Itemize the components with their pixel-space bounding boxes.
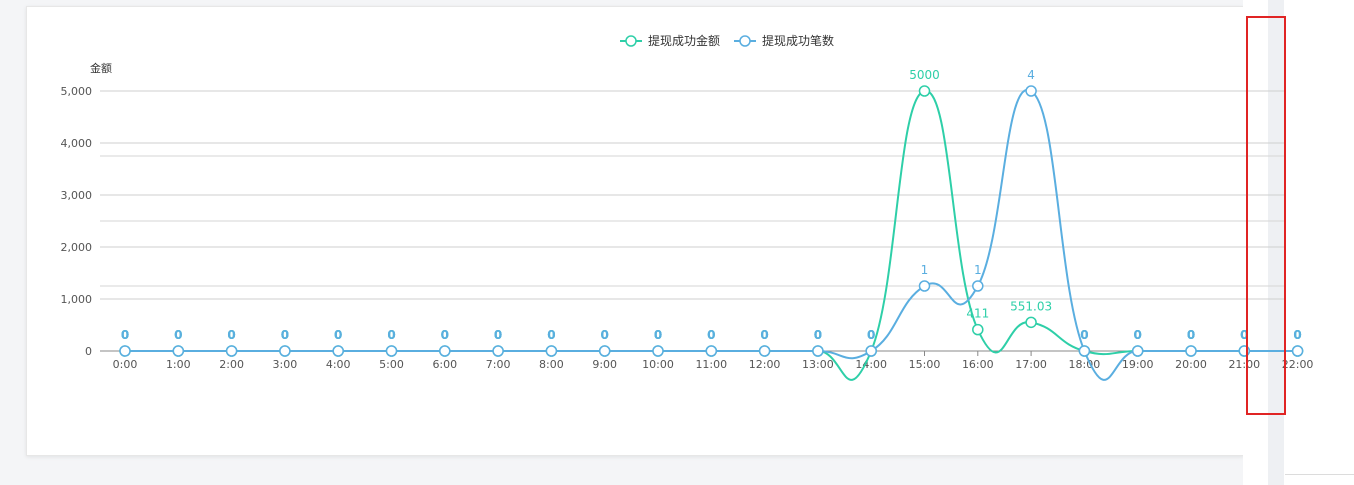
data-point[interactable] — [225, 345, 238, 357]
x-tick-label: 12:00 — [749, 358, 781, 371]
x-tick-label: 9:00 — [592, 358, 617, 371]
data-point[interactable] — [1078, 345, 1091, 357]
x-tick-label: 20:00 — [1175, 358, 1207, 371]
data-label: 0 — [654, 328, 662, 342]
x-tick-label: 1:00 — [166, 358, 191, 371]
data-label: 0 — [760, 328, 768, 342]
x-tick-label: 18:00 — [1069, 358, 1101, 371]
data-point[interactable] — [972, 280, 984, 292]
x-tick-label: 16:00 — [962, 358, 994, 371]
x-tick-label: 14:00 — [855, 358, 887, 371]
data-label: 0 — [334, 328, 342, 342]
data-label: 551.03 — [1010, 299, 1052, 313]
data-point[interactable] — [918, 280, 931, 292]
data-label: 0 — [867, 328, 875, 342]
data-label: 0 — [441, 328, 449, 342]
data-label: 0 — [547, 328, 555, 342]
legend[interactable]: 提现成功金额 提现成功笔数 — [620, 33, 834, 48]
data-point[interactable] — [1025, 85, 1037, 97]
data-point[interactable] — [918, 85, 931, 97]
x-tick-label: 3:00 — [273, 358, 298, 371]
data-point[interactable] — [1238, 345, 1251, 357]
y-tick-label: 5,000 — [61, 85, 93, 98]
legend-label[interactable]: 提现成功金额 — [648, 33, 720, 48]
x-tick-label: 6:00 — [432, 358, 457, 371]
x-tick-label: 15:00 — [909, 358, 941, 371]
data-point[interactable] — [705, 345, 718, 357]
x-tick-label: 0:00 — [113, 358, 138, 371]
data-label: 1 — [974, 263, 982, 277]
data-label: 0 — [281, 328, 289, 342]
y-tick-label: 0 — [85, 345, 92, 358]
legend-label[interactable]: 提现成功笔数 — [762, 33, 834, 48]
data-label: 0 — [814, 328, 822, 342]
data-point[interactable] — [385, 345, 398, 357]
y-tick-label: 4,000 — [61, 137, 93, 150]
line-chart: 0 1,000 2,000 3,000 4,000 5,000 金额 0:00 1:00 2:00… — [61, 33, 1314, 381]
data-labels: 0 0 0 0 0 0 0 0 0 0 0 0 0 0 05000411551.030 0 0 0 00 0 0 0 0 0 0… — [121, 68, 1302, 342]
x-tick-label: 4:00 — [326, 358, 351, 371]
data-label: 0 — [601, 328, 609, 342]
data-point[interactable] — [758, 345, 771, 357]
y-tick-label: 3,000 — [61, 189, 93, 202]
data-point[interactable] — [812, 345, 824, 357]
data-label: 0 — [1240, 328, 1248, 342]
x-tick-label: 19:00 — [1122, 358, 1154, 371]
data-point[interactable] — [1291, 345, 1304, 357]
data-point[interactable] — [865, 345, 877, 357]
x-tick-label: 17:00 — [1015, 358, 1047, 371]
y-tick-label: 1,000 — [61, 293, 93, 306]
data-point[interactable] — [492, 345, 504, 357]
x-tick-label: 8:00 — [539, 358, 564, 371]
data-point[interactable] — [279, 345, 291, 357]
data-label: 0 — [1134, 328, 1142, 342]
data-point[interactable] — [119, 345, 131, 357]
x-tick-label: 22:00 — [1282, 358, 1314, 371]
data-label: 0 — [121, 328, 129, 342]
data-label: 4 — [1027, 68, 1035, 82]
x-tick-label: 11:00 — [695, 358, 727, 371]
data-label: 0 — [1187, 328, 1195, 342]
data-label: 0 — [494, 328, 502, 342]
legend-marker[interactable] — [739, 35, 751, 47]
data-point[interactable] — [1025, 316, 1037, 329]
data-label: 0 — [707, 328, 715, 342]
data-label: 0 — [1293, 328, 1301, 342]
x-tick-label: 7:00 — [486, 358, 511, 371]
data-label: 411 — [966, 307, 989, 321]
x-tick-label: 21:00 — [1228, 358, 1260, 371]
data-label: 0 — [174, 328, 182, 342]
data-point[interactable] — [598, 345, 611, 357]
data-point[interactable] — [652, 345, 664, 357]
data-point[interactable] — [1131, 345, 1144, 357]
grid — [100, 90, 1285, 300]
data-point[interactable] — [1185, 345, 1197, 357]
data-point[interactable] — [545, 345, 558, 357]
x-tick-label: 5:00 — [379, 358, 404, 371]
data-label: 1 — [921, 263, 929, 277]
y-tick-label: 2,000 — [61, 241, 93, 254]
x-tick-label: 2:00 — [219, 358, 244, 371]
data-point[interactable] — [332, 345, 344, 357]
data-label: 0 — [1080, 328, 1088, 342]
legend-marker[interactable] — [625, 35, 637, 47]
x-tick-label: 10:00 — [642, 358, 674, 371]
axes: 0 1,000 2,000 3,000 4,000 5,000 金额 0:00 1:00 2:00… — [61, 61, 1314, 371]
data-label: 0 — [227, 328, 235, 342]
data-point[interactable] — [172, 345, 185, 357]
y-axis-label: 金额 — [90, 61, 112, 75]
data-point[interactable] — [439, 345, 451, 357]
page: 0 1,000 2,000 3,000 4,000 5,000 金额 0:00 1:00 2:00… — [0, 0, 1354, 485]
data-label: 5000 — [909, 68, 940, 82]
x-tick-label: 13:00 — [802, 358, 834, 371]
data-point[interactable] — [972, 323, 984, 336]
data-label: 0 — [387, 328, 395, 342]
